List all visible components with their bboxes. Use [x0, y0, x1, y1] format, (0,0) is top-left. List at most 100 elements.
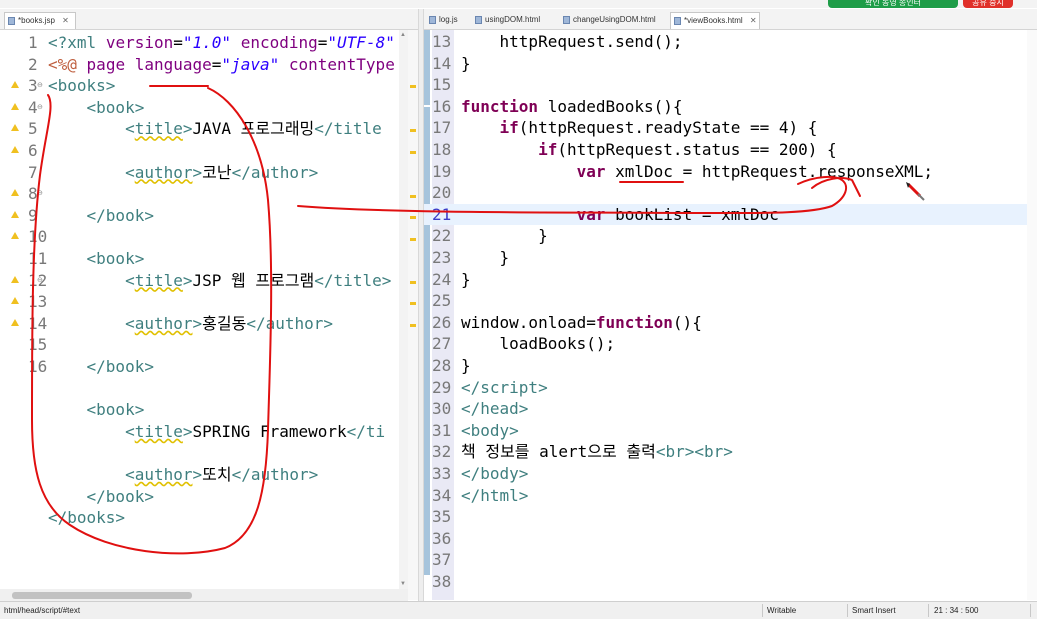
fold-icon[interactable]: ⊖	[37, 189, 43, 197]
line-number: 13	[28, 292, 48, 312]
code-line: <title>SPRING Framework</ti	[0, 421, 408, 443]
view-books-html-editor[interactable]: 13 httpRequest.send(); 14 } 15 16 functi…	[424, 30, 1037, 600]
code-line: 20	[424, 182, 1037, 204]
code-line: 30 </head>	[424, 398, 1037, 420]
code-text: <title>SPRING Framework</ti	[125, 421, 386, 441]
code-line: 37	[424, 549, 1037, 571]
code-line: 2 <%@ page language="java" contentType	[0, 54, 408, 76]
code-text: <book>	[86, 97, 145, 117]
code-text: }	[461, 248, 510, 267]
code-text: }	[461, 356, 471, 375]
stop-sharing-button[interactable]: 공유 중지	[963, 0, 1013, 8]
code-line: 31 <body>	[424, 420, 1037, 442]
warning-icon	[11, 189, 19, 197]
line-number: 30	[432, 399, 452, 419]
code-text: function loadedBooks(){	[461, 96, 683, 116]
tab-view-books[interactable]: *viewBooks.html ✕	[670, 12, 760, 29]
code-text: </script>	[461, 377, 548, 397]
status-bar: html/head/script/#text Writable Smart In…	[0, 601, 1037, 619]
books-jsp-editor[interactable]: 1 <?xml version="1.0" encoding="UTF-8" 2…	[0, 30, 408, 600]
line-number: 27	[432, 334, 452, 354]
code-text: <?xml version="1.0" encoding="UTF-8"	[48, 33, 395, 52]
code-line: 5 <title>JAVA 프로그래밍</title	[0, 118, 408, 140]
scroll-up-icon[interactable]: ▲	[400, 32, 406, 38]
warning-marker[interactable]	[410, 238, 416, 241]
fold-icon[interactable]: ⊖	[37, 81, 43, 89]
line-number: 15	[432, 75, 452, 95]
warning-marker[interactable]	[410, 324, 416, 327]
line-number: 21	[432, 204, 452, 224]
presenter-status-button[interactable]: 확인 동영 종인터	[828, 0, 958, 8]
scroll-thumb[interactable]	[12, 592, 192, 599]
code-text: <body>	[461, 420, 519, 440]
left-vertical-scrollbar[interactable]: ▲ ▼	[399, 30, 408, 589]
jsp-file-icon	[8, 17, 15, 25]
code-line: 32 책 정보를 alert으로 출력<br><br>	[424, 441, 1037, 463]
fold-icon[interactable]: ⊖	[37, 103, 43, 111]
tab-books-jsp[interactable]: *books.jsp ✕	[4, 12, 76, 29]
status-path: html/head/script/#text	[4, 606, 81, 615]
code-text: if(httpRequest.readyState == 4) {	[499, 118, 818, 138]
code-text: </books>	[48, 508, 126, 528]
current-code-line: 21 var bookList = xmlDoc	[424, 203, 1037, 226]
code-text: <title>JAVA 프로그래밍</title	[125, 119, 382, 139]
line-number: 16	[432, 96, 452, 116]
code-line: 33 </body>	[424, 463, 1037, 485]
left-editor-tabbar: *books.jsp ✕	[0, 9, 418, 30]
code-text: loadBooks();	[461, 334, 616, 354]
code-line: 13 httpRequest.send();	[424, 31, 1037, 53]
code-line: 12 ⊖ <title>JSP 웹 프로그램</title>	[0, 270, 408, 292]
tab-using-dom[interactable]: usingDOM.html	[472, 12, 548, 29]
line-number: 37	[432, 550, 452, 570]
code-text: </head>	[461, 399, 529, 419]
js-file-icon	[429, 16, 436, 24]
right-overview-ruler	[1027, 30, 1037, 600]
close-icon[interactable]: ✕	[750, 13, 757, 29]
code-text: <title>JSP 웹 프로그램</title>	[125, 270, 392, 290]
code-line: 14 <author>홍길동</author>	[0, 313, 408, 335]
line-number: 23	[432, 248, 452, 267]
line-number: 35	[432, 507, 452, 527]
warning-marker[interactable]	[410, 85, 416, 88]
code-text: </book>	[86, 486, 154, 506]
line-number: 13	[432, 32, 452, 51]
scroll-down-icon[interactable]: ▼	[400, 581, 406, 587]
warning-marker[interactable]	[410, 129, 416, 132]
tab-log-js[interactable]: log.js	[426, 12, 464, 29]
right-editor-tabbar: log.js usingDOM.html changeUsingDOM.html…	[424, 9, 1037, 30]
code-line: 36	[424, 528, 1037, 550]
warning-marker[interactable]	[410, 302, 416, 305]
warning-icon	[11, 318, 19, 326]
fold-icon[interactable]: ⊖	[37, 276, 43, 284]
warning-icon	[11, 210, 19, 218]
tab-change-using-dom[interactable]: changeUsingDOM.html	[560, 12, 664, 29]
line-number: 11	[28, 249, 48, 268]
close-icon[interactable]: ✕	[62, 13, 69, 29]
warning-icon	[11, 146, 19, 153]
left-overview-ruler	[408, 30, 418, 600]
code-line: 7 <author>코난</author>	[0, 162, 408, 184]
code-text: var bookList = xmlDoc	[576, 204, 779, 224]
code-text: <author>코난</author>	[125, 162, 319, 182]
warning-marker[interactable]	[410, 216, 416, 219]
code-line: </books>	[0, 507, 408, 529]
status-insert-mode: Smart Insert	[852, 606, 896, 615]
code-text: 책 정보를 alert으로 출력<br><br>	[461, 442, 733, 462]
warning-marker[interactable]	[410, 151, 416, 154]
code-line: 23 }	[424, 247, 1037, 269]
warning-icon	[11, 102, 19, 110]
warning-icon	[11, 81, 19, 89]
code-text: <%@ page language="java" contentType	[48, 54, 395, 74]
code-text: httpRequest.send();	[461, 32, 683, 51]
code-line: 25	[424, 290, 1037, 312]
warning-marker[interactable]	[410, 195, 416, 198]
code-line: 15	[0, 334, 408, 356]
line-number: 10	[28, 227, 48, 247]
warning-icon	[11, 124, 19, 132]
line-number: 6	[28, 141, 38, 160]
left-horizontal-scrollbar[interactable]	[0, 589, 408, 601]
warning-marker[interactable]	[410, 281, 416, 284]
code-text: window.onload=function(){	[461, 312, 702, 332]
